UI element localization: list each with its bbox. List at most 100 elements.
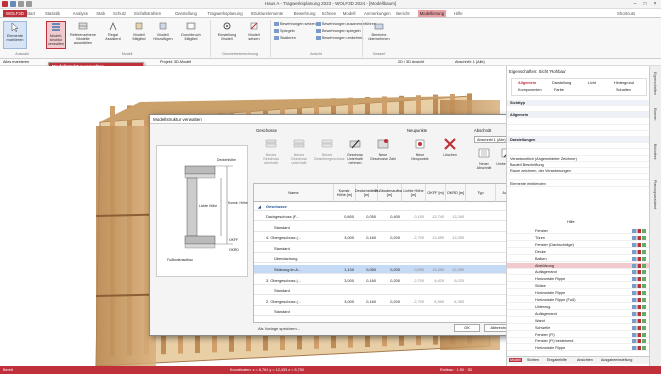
list-item[interactable]: Stütze	[507, 283, 650, 290]
model-add-button[interactable]: Modell Hinzufügen	[152, 21, 174, 41]
list-item[interactable]: Horizontale Rippe	[507, 276, 650, 283]
visibility-toggle-icon[interactable]	[632, 249, 646, 254]
property-row[interactable]	[507, 174, 650, 181]
tab-analyse[interactable]: Analyse	[71, 10, 90, 17]
visibility-toggle-icon[interactable]	[632, 291, 646, 296]
panel-bottom-tab[interactable]: Ansichten	[577, 358, 593, 362]
side-tab[interactable]: Planungsassistent	[653, 180, 657, 214]
panel-bottom-tab[interactable]: Modell	[509, 358, 522, 362]
table-row[interactable]: 2. Obergeschoss (... 3,000 0,160 0,200 2,700…	[254, 297, 539, 306]
ribbon-small-button[interactable]: Bewehrungen umkehren	[316, 36, 363, 40]
table-row[interactable]: Standard	[254, 244, 539, 253]
table-row[interactable]: Standard	[254, 286, 539, 296]
list-item[interactable]: Horizontale Rippe (Fuß)	[507, 297, 650, 303]
select-all-field[interactable]: Alles markieren	[3, 60, 29, 64]
tab-hilfe[interactable]: Hilfe	[452, 10, 465, 17]
visibility-toggle-icon[interactable]	[632, 284, 646, 289]
panel-bottom-tab[interactable]: Eingabehilfe	[547, 358, 567, 362]
subtab-components[interactable]: Komponenten	[518, 88, 542, 92]
property-row[interactable]	[507, 125, 650, 131]
new-storey-below-button[interactable]: Neues Geschoss unterhalb	[286, 137, 312, 165]
tab-stab[interactable]: Stab	[94, 10, 107, 17]
table-row[interactable]: Stützung im A... 1,100 0,050 0,200 0,850 13,4…	[254, 265, 539, 274]
shelf-assistant-button[interactable]: Regal Assistent	[100, 21, 126, 41]
property-row[interactable]	[507, 106, 650, 113]
visibility-toggle-icon[interactable]	[632, 325, 646, 330]
side-tab[interactable]: Ebenen	[653, 108, 657, 142]
view-mode-label[interactable]: 2D / 3D Ansicht	[398, 60, 424, 64]
visibility-toggle-icon[interactable]	[632, 311, 646, 316]
reference-plane-button[interactable]: Referenzebene Modelle auswählen	[68, 21, 98, 45]
new-points-button[interactable]: Neue Neupunkte	[408, 137, 432, 161]
list-item[interactable]: Fenster (Fl)	[507, 332, 650, 338]
visibility-toggle-icon[interactable]	[632, 263, 646, 268]
column-header[interactable]: Lichte Höhe [m]	[402, 184, 426, 202]
table-row[interactable]: Überdachung	[254, 254, 539, 264]
property-row[interactable]: Sichttyp	[507, 100, 650, 106]
list-item[interactable]: Fenster (Dachschräge)	[507, 242, 650, 248]
property-row[interactable]: Allgemein	[507, 112, 650, 119]
tab-general[interactable]: Allgemein	[518, 81, 536, 85]
model-settings-button[interactable]: Einstellung Modell	[214, 21, 240, 41]
tab-modell[interactable]: Modell	[341, 10, 358, 17]
column-header[interactable]: Name	[254, 184, 334, 202]
minimize-icon[interactable]: –	[631, 1, 639, 7]
list-item[interactable]: Schwelle	[507, 325, 650, 331]
list-item[interactable]: Horizontale Rippe	[507, 290, 650, 297]
tab-statistik[interactable]: Statistik	[43, 10, 62, 17]
column-header[interactable]: Fußbodenaufbau [m]	[375, 184, 404, 202]
list-item[interactable]: Horizontale Rippe	[507, 345, 650, 352]
column-header[interactable]: Konstr. Höhe [m]	[334, 184, 356, 202]
list-item[interactable]: Balken	[507, 256, 650, 262]
section-select[interactable]: Abschnitt: 1 (Alle)	[455, 60, 485, 64]
tab-display[interactable]: Darstellung	[552, 81, 571, 85]
visibility-toggle-icon[interactable]	[632, 270, 646, 275]
property-row[interactable]	[507, 119, 650, 125]
tab-einfallstrahlen[interactable]: Einfallstrahlen	[132, 10, 163, 17]
list-item[interactable]: Wand	[507, 318, 650, 324]
tab-anmerkungen[interactable]: Anmerkungen	[362, 10, 393, 17]
table-row[interactable]: 4. Obergeschoss (... 3,000 0,160 0,200 2,700…	[254, 233, 539, 243]
subtab-color[interactable]: Farbe	[554, 88, 564, 92]
side-tab[interactable]: Eigenschaften	[653, 72, 657, 106]
subtab-shadow[interactable]: Schatten	[616, 88, 631, 92]
tab-schnee[interactable]: Schnee	[320, 10, 339, 17]
new-section-button[interactable]: Neuer Abschnitt	[474, 146, 494, 170]
ribbon-small-button[interactable]: Skalieren	[274, 36, 296, 40]
table-row[interactable]: Dachgeschoss (F... 0,600 0,050 0,400 0,150 13…	[254, 212, 539, 221]
property-row[interactable]: Bauteil Beschriftung	[507, 162, 650, 168]
visibility-toggle-icon[interactable]	[632, 229, 646, 233]
take-storey-below-button[interactable]: Geschoss Unterhalb nehmen	[342, 137, 368, 165]
panel-bottom-tab[interactable]: Ausgabeeinstellung	[601, 358, 632, 362]
list-item[interactable]: Türen	[507, 235, 650, 241]
list-item[interactable]: Unterzug	[507, 304, 650, 310]
visibility-toggle-icon[interactable]	[632, 235, 646, 240]
tab-start[interactable]: Start	[24, 10, 37, 17]
delete-storey-button[interactable]: Löschen	[438, 137, 462, 157]
list-item[interactable]: Fenster (Fl) bestehend	[507, 338, 650, 345]
property-row[interactable]: Elemente einblenden	[507, 181, 650, 187]
visibility-toggle-icon[interactable]	[632, 256, 646, 261]
tab-background[interactable]: Hintergrund	[614, 81, 634, 85]
ribbon-small-button[interactable]: Bewehrungen spiegeln	[316, 29, 361, 33]
property-row[interactable]	[507, 150, 650, 156]
maximize-icon[interactable]: □	[641, 1, 649, 7]
side-tab[interactable]: Bibliothek	[653, 144, 657, 178]
visibility-toggle-icon[interactable]	[632, 242, 646, 247]
property-row[interactable]	[507, 143, 650, 150]
tab-darstellung[interactable]: Darstellung	[173, 10, 199, 17]
group-row[interactable]: ◢ Geschosse	[254, 202, 539, 211]
column-header[interactable]: Typ	[466, 184, 496, 202]
apply-areas-button[interactable]: Bereiche übernehmen	[366, 21, 392, 41]
column-header[interactable]: OKFF [m]	[426, 184, 446, 202]
list-item[interactable]: Abstützung	[507, 262, 650, 269]
property-row[interactable]: Verantwortlich (Angemeldeter Zeichner)	[507, 156, 650, 162]
tab-bericht[interactable]: Bericht	[394, 10, 411, 17]
column-header[interactable]: OKRD [m]	[446, 184, 466, 202]
list-item[interactable]: Auflagerrand	[507, 269, 650, 276]
model-structure-button[interactable]: Modell-struktur verwalten	[46, 21, 66, 49]
model-set-button[interactable]: Modell setzen	[242, 21, 266, 41]
tab-light[interactable]: Licht	[588, 81, 596, 85]
ribbon-small-button[interactable]: Spiegeln	[274, 29, 295, 33]
visibility-toggle-icon[interactable]	[632, 346, 646, 351]
